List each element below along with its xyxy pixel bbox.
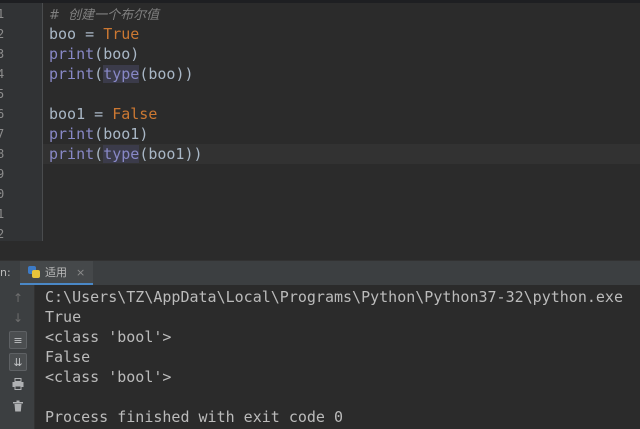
- argument: boo1: [148, 145, 185, 163]
- builtin-type: type: [103, 65, 140, 83]
- line-number: 8: [0, 147, 5, 161]
- line-number: 1: [0, 7, 5, 21]
- run-panel-header: n: 适用 ×: [0, 260, 640, 285]
- code-editor[interactable]: 1 2 3 4 5 6 7 8 9 0 1 2 # 创建一个布尔值 boo = …: [0, 0, 640, 241]
- close-icon[interactable]: ×: [76, 266, 85, 279]
- line-number: 2: [0, 227, 5, 241]
- paren: )): [184, 145, 203, 163]
- argument: boo: [148, 65, 176, 83]
- variable-name: boo: [49, 25, 77, 43]
- run-toolbar: ↑ ↓ ≡ ⇊: [0, 285, 35, 429]
- bool-literal: True: [103, 25, 140, 43]
- console-line-exit: Process finished with exit code 0: [45, 408, 344, 426]
- code-line-assign-boo[interactable]: boo = True: [49, 24, 640, 44]
- variable-name: boo1: [49, 105, 86, 123]
- code-line-print-type-boo1[interactable]: print(type(boo1)): [43, 144, 640, 164]
- line-number: 2: [0, 27, 5, 41]
- paren: (: [94, 45, 104, 63]
- paren: (: [94, 145, 104, 163]
- print-icon[interactable]: [9, 375, 27, 393]
- builtin-print: print: [49, 45, 95, 63]
- paren: (: [139, 145, 149, 163]
- trash-icon[interactable]: [9, 397, 27, 415]
- editor-top-strip: [0, 0, 640, 3]
- code-line-print-type-boo[interactable]: print(type(boo)): [49, 64, 640, 84]
- run-tab[interactable]: 适用 ×: [20, 261, 94, 285]
- scroll-to-end-icon[interactable]: ⇊: [9, 353, 27, 371]
- argument: boo1: [103, 125, 140, 143]
- bool-literal: False: [112, 105, 158, 123]
- line-number-gutter: 1 2 3 4 5 6 7 8 9 0 1 2: [0, 3, 43, 241]
- console-output[interactable]: C:\Users\TZ\AppData\Local\Programs\Pytho…: [35, 285, 640, 429]
- code-line-print-boo[interactable]: print(boo): [49, 44, 640, 64]
- assign-operator: =: [85, 105, 113, 123]
- python-file-icon: [28, 266, 40, 278]
- arrow-down-icon[interactable]: ↓: [9, 309, 27, 327]
- code-line-comment[interactable]: # 创建一个布尔值: [49, 4, 640, 24]
- builtin-print: print: [49, 145, 95, 163]
- line-number: 4: [0, 67, 5, 81]
- paren: ): [139, 125, 149, 143]
- paren: )): [175, 65, 194, 83]
- argument: boo: [103, 45, 131, 63]
- run-tab-title: 适用: [45, 266, 67, 279]
- line-number: 5: [0, 87, 5, 101]
- paren: (: [94, 65, 104, 83]
- assign-operator: =: [76, 25, 104, 43]
- soft-wrap-icon[interactable]: ≡: [9, 331, 27, 349]
- line-number: 7: [0, 127, 5, 141]
- code-line-assign-boo1[interactable]: boo1 = False: [49, 104, 640, 124]
- console-line-command: C:\Users\TZ\AppData\Local\Programs\Pytho…: [45, 288, 623, 306]
- run-label: n:: [0, 266, 11, 279]
- line-number: 1: [0, 207, 5, 221]
- line-number: 9: [0, 167, 5, 181]
- arrow-up-icon[interactable]: ↑: [9, 289, 27, 307]
- paren: ): [130, 45, 140, 63]
- line-number: 0: [0, 187, 5, 201]
- console-line: <class 'bool'>: [45, 328, 172, 346]
- console-line: True: [45, 308, 82, 326]
- paren: (: [139, 65, 149, 83]
- builtin-print: print: [49, 125, 95, 143]
- line-number: 3: [0, 47, 5, 61]
- line-number: 6: [0, 107, 5, 121]
- code-line-print-boo1[interactable]: print(boo1): [49, 124, 640, 144]
- console-line: False: [45, 348, 91, 366]
- console-line: <class 'bool'>: [45, 368, 172, 386]
- paren: (: [94, 125, 104, 143]
- builtin-print: print: [49, 65, 95, 83]
- builtin-type: type: [103, 145, 140, 163]
- comment-text: # 创建一个布尔值: [49, 8, 160, 23]
